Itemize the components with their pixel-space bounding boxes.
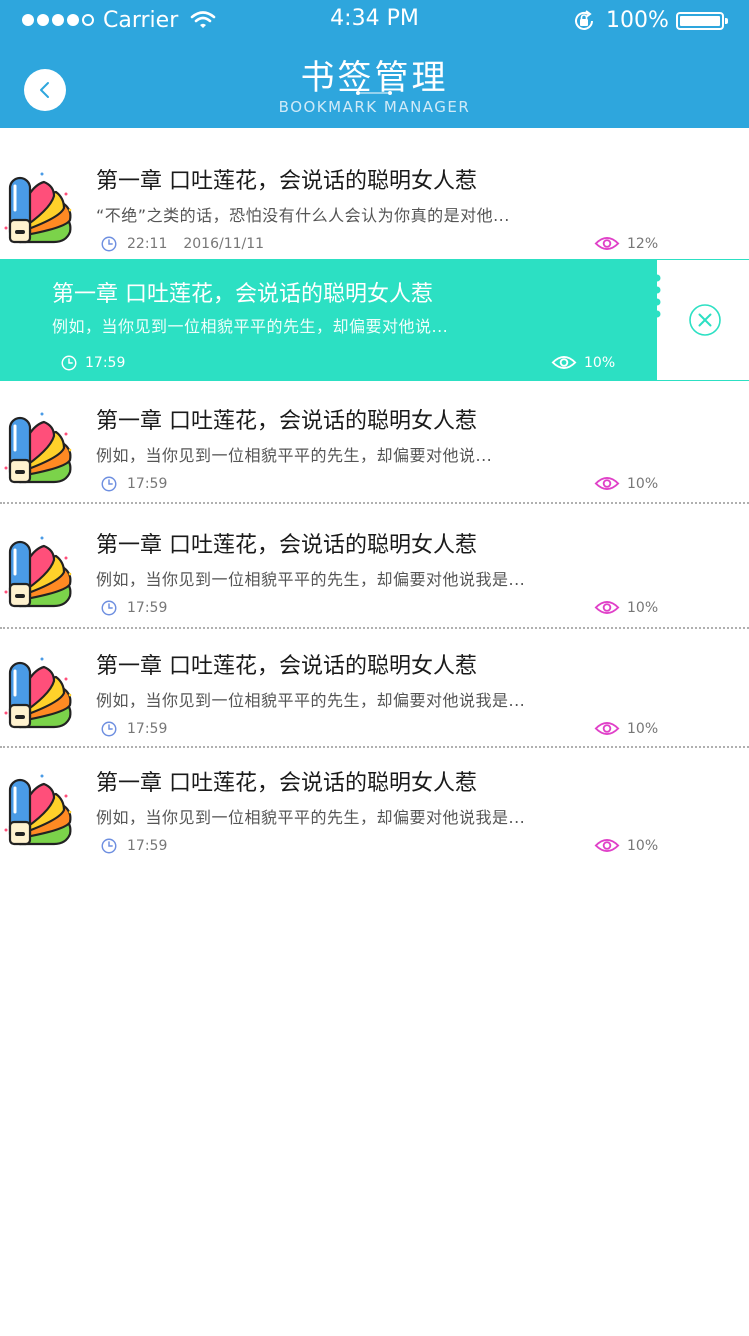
bookmark-progress: 10% <box>594 599 658 616</box>
close-circle-icon[interactable] <box>688 303 722 337</box>
battery-icon <box>676 12 728 30</box>
book-fan-icon <box>4 170 74 246</box>
bookmark-time: 22:11 <box>127 236 168 252</box>
bookmark-progress-value: 10% <box>627 837 659 854</box>
bookmark-progress-value: 10% <box>627 475 659 492</box>
bookmark-time: 17:59 <box>127 721 168 737</box>
eye-icon <box>551 354 577 371</box>
battery-percent: 100% <box>606 8 669 33</box>
scallop-edge-icon <box>653 274 661 318</box>
bookmark-time-info: 22:11 2016/11/11 <box>100 235 264 253</box>
eye-icon <box>594 720 620 737</box>
bookmark-excerpt: 例如，当你见到一位相貌平平的先生，却偏要对他说... <box>96 446 493 465</box>
eye-icon <box>594 475 620 492</box>
bookmark-time: 17:59 <box>127 838 168 854</box>
bookmark-title: 第一章 口吐莲花，会说话的聪明女人惹 <box>96 169 477 194</box>
row-divider <box>0 502 749 504</box>
bookmark-time-info: 17:59 <box>60 354 125 372</box>
bookmark-excerpt: 例如，当你见到一位相貌平平的先生，却偏要对他说我是... <box>96 691 526 710</box>
clock-icon <box>100 475 118 493</box>
row-divider <box>0 627 749 629</box>
bookmark-progress-value: 10% <box>627 720 659 737</box>
title-ornament-icon <box>356 91 392 95</box>
eye-icon <box>594 599 620 616</box>
rotation-lock-icon <box>575 10 593 30</box>
bookmark-progress: 10% <box>551 354 615 371</box>
bookmark-time-info: 17:59 <box>100 837 167 855</box>
bookmark-progress-value: 10% <box>584 354 616 371</box>
bookmark-excerpt: 例如，当你见到一位相貌平平的先生，却偏要对他说我是... <box>96 808 526 827</box>
clock-icon <box>100 837 118 855</box>
eye-icon <box>594 837 620 854</box>
bookmark-item-swiped[interactable]: 第一章 口吐莲花，会说话的聪明女人惹 例如，当你见到一位相貌平平的先生，却偏要对… <box>0 259 749 381</box>
bookmark-title: 第一章 口吐莲花，会说话的聪明女人惹 <box>52 282 433 307</box>
bookmark-time-info: 17:59 <box>100 475 167 493</box>
bookmark-progress-value: 10% <box>627 599 659 616</box>
bookmark-item[interactable]: 第一章 口吐莲花，会说话的聪明女人惹 例如，当你见到一位相貌平平的先生，却偏要对… <box>0 524 749 644</box>
bookmark-progress: 10% <box>594 475 658 492</box>
bookmark-title: 第一章 口吐莲花，会说话的聪明女人惹 <box>96 654 477 679</box>
clock-icon <box>100 720 118 738</box>
clock-icon <box>60 354 78 372</box>
bookmark-title: 第一章 口吐莲花，会说话的聪明女人惹 <box>96 533 477 558</box>
book-fan-icon <box>4 534 74 610</box>
bookmark-progress: 10% <box>594 720 658 737</box>
bookmark-time-info: 17:59 <box>100 720 167 738</box>
book-fan-icon <box>4 772 74 848</box>
bookmark-time: 17:59 <box>85 355 126 371</box>
clock-icon <box>100 235 118 253</box>
nav-header: Carrier 4:34 PM 100% 书签管理 BOOKMARK MANAG… <box>0 0 749 128</box>
bookmark-date: 2016/11/11 <box>183 236 265 252</box>
book-fan-icon <box>4 410 74 486</box>
row-divider <box>0 746 749 748</box>
clock-icon <box>100 599 118 617</box>
bookmark-title: 第一章 口吐莲花，会说话的聪明女人惹 <box>96 771 477 796</box>
eye-icon <box>594 235 620 252</box>
bookmark-time-info: 17:59 <box>100 599 167 617</box>
bookmark-progress: 10% <box>594 837 658 854</box>
bookmark-excerpt: “不绝”之类的话，恐怕没有什么人会认为你真的是对他... <box>96 206 510 225</box>
status-bar: Carrier 4:34 PM 100% <box>0 0 749 42</box>
bookmark-progress-value: 12% <box>627 235 659 252</box>
bookmark-excerpt: 例如，当你见到一位相貌平平的先生，却偏要对他说... <box>52 317 449 336</box>
bookmark-item[interactable]: 第一章 口吐莲花，会说话的聪明女人惹 例如，当你见到一位相貌平平的先生，却偏要对… <box>0 762 749 882</box>
book-fan-icon <box>4 655 74 731</box>
bookmark-progress: 12% <box>594 235 658 252</box>
bookmark-swipe-panel[interactable]: 第一章 口吐莲花，会说话的聪明女人惹 例如，当你见到一位相貌平平的先生，却偏要对… <box>0 260 657 380</box>
bookmark-excerpt: 例如，当你见到一位相貌平平的先生，却偏要对他说我是... <box>96 570 526 589</box>
page-subtitle: BOOKMARK MANAGER <box>278 98 471 116</box>
bookmark-title: 第一章 口吐莲花，会说话的聪明女人惹 <box>96 409 477 434</box>
bookmark-time: 17:59 <box>127 600 168 616</box>
bookmark-time: 17:59 <box>127 476 168 492</box>
